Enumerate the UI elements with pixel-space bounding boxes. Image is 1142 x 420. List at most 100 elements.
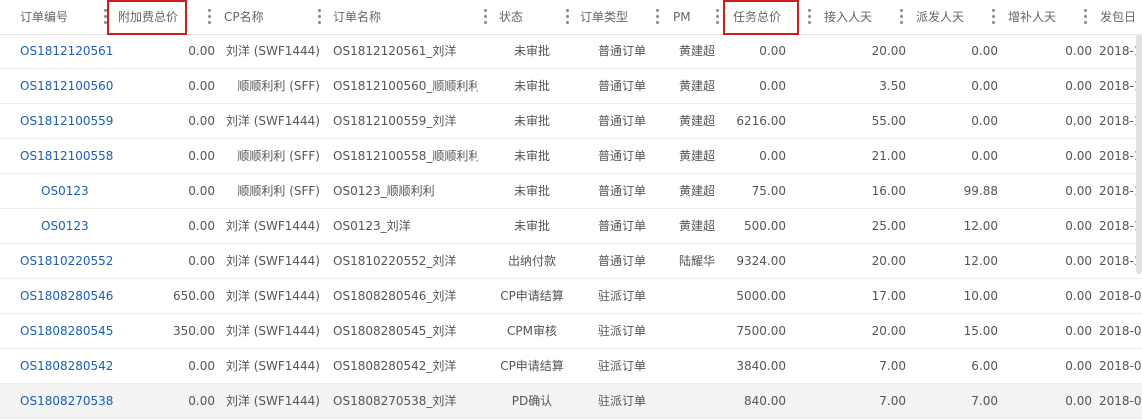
cell-order-name: OS1812100560_顺顺利利 [333,79,478,93]
cell-surcharge: 0.00 [188,254,215,268]
cell-status: 未审批 [513,184,550,198]
column-resize-handle-icon[interactable] [208,9,211,25]
column-resize-handle-icon[interactable] [318,9,321,25]
cell-extra-days: 0.00 [1065,289,1092,303]
cell-accepted-days: 20.00 [871,324,906,338]
cell-order-type: 普通订单 [597,254,646,268]
cell-status: CP申请结算 [500,289,564,303]
cell-order-no[interactable]: OS1812100558 [20,139,120,174]
cell-accepted-days: 55.00 [871,114,906,128]
cell-cp-name: 刘洋 (SWF1444) [225,44,320,58]
table-row[interactable]: OS1808270538 0.00 刘洋 (SWF1444) OS1808270538… [0,384,1142,419]
cell-dispatched-days: 7.00 [971,394,998,408]
cell-task-total: 0.00 [759,44,786,58]
cell-order-type: 普通订单 [597,44,646,58]
column-resize-handle-icon[interactable] [484,9,487,25]
cell-order-name: OS1808280545_刘洋 [333,324,457,338]
table-row[interactable]: OS1808280542 0.00 刘洋 (SWF1444) OS1808280542… [0,349,1142,384]
cell-dispatched-days: 0.00 [971,149,998,163]
column-resize-handle-icon[interactable] [656,9,659,25]
table-row[interactable]: OS1812100559 0.00 刘洋 (SWF1444) OS1812100559… [0,104,1142,139]
column-header-order-name[interactable]: 订单名称 [333,0,413,34]
cell-task-total: 7500.00 [736,324,786,338]
table-row[interactable]: OS1808280545 350.00 刘洋 (SWF1444) OS18082805… [0,314,1142,349]
cell-surcharge: 650.00 [173,289,215,303]
cell-dispatched-days: 12.00 [963,254,998,268]
cell-release-date: 2018-0 [1099,289,1142,303]
table-row[interactable]: OS1812100558 0.00 顺顺利利 (SFF) OS1812100558_顺… [0,139,1142,174]
cell-accepted-days: 16.00 [871,184,906,198]
cell-dispatched-days: 0.00 [971,79,998,93]
column-header-release-date[interactable]: 发包日 [1100,0,1142,34]
column-header-pm[interactable]: PM [673,0,703,34]
cell-order-no[interactable]: OS1812100559 [20,104,120,139]
cell-release-date: 2018-0 [1099,324,1142,338]
cell-order-name: OS1810220552_刘洋 [333,254,457,268]
cell-release-date: 2018-0 [1099,359,1142,373]
table-row[interactable]: OS1810220552 0.00 刘洋 (SWF1444) OS1810220552… [0,244,1142,279]
cell-status: 未审批 [513,44,550,58]
cell-surcharge: 0.00 [188,79,215,93]
column-header-extra-days[interactable]: 增补人天 [1008,0,1068,34]
cell-dispatched-days: 15.00 [963,324,998,338]
cell-order-no[interactable]: OS1812100560 [20,69,120,104]
cell-task-total: 0.00 [759,149,786,163]
cell-task-total: 6216.00 [736,114,786,128]
table-row[interactable]: OS0123 0.00 刘洋 (SWF1444) OS0123_刘洋 未审批 普通订单 黄建… [0,209,1142,244]
cell-accepted-days: 7.00 [879,359,906,373]
column-resize-handle-icon[interactable] [992,9,995,25]
column-header-order-type[interactable]: 订单类型 [580,0,640,34]
cell-order-no[interactable]: OS1808280545 [20,314,120,349]
cell-order-type: 驻派订单 [597,324,646,338]
cell-surcharge: 350.00 [173,324,215,338]
cell-dispatched-days: 0.00 [971,44,998,58]
cell-accepted-days: 20.00 [871,254,906,268]
cell-surcharge: 0.00 [188,394,215,408]
cell-order-name: OS1808270538_刘洋 [333,394,457,408]
cell-extra-days: 0.00 [1065,254,1092,268]
column-resize-handle-icon[interactable] [808,9,811,25]
cell-cp-name: 顺顺利利 (SFF) [237,184,320,198]
column-resize-handle-icon[interactable] [716,9,719,25]
cell-order-no[interactable]: OS1810220552 [20,244,120,279]
cell-order-name: OS1812100559_刘洋 [333,114,457,128]
column-resize-handle-icon[interactable] [900,9,903,25]
table-row[interactable]: OS1812120561 0.00 刘洋 (SWF1444) OS1812120561… [0,34,1142,69]
cell-accepted-days: 21.00 [871,149,906,163]
highlight-box-task-total [723,0,799,35]
cell-extra-days: 0.00 [1065,359,1092,373]
cell-dispatched-days: 6.00 [971,359,998,373]
cell-surcharge: 0.00 [188,44,215,58]
table-row[interactable]: OS1812100560 0.00 顺顺利利 (SFF) OS1812100560_顺… [0,69,1142,104]
cell-task-total: 75.00 [751,184,786,198]
cell-status: 未审批 [513,219,550,233]
cell-dispatched-days: 99.88 [963,184,998,198]
column-header-dispatched-days[interactable]: 派发人天 [916,0,976,34]
column-header-status[interactable]: 状态 [499,0,559,34]
cell-cp-name: 刘洋 (SWF1444) [225,394,320,408]
column-header-cp-name[interactable]: CP名称 [224,0,304,34]
cell-order-no[interactable]: OS1808270538 [20,384,120,419]
cell-order-type: 普通订单 [597,219,646,233]
cell-dispatched-days: 10.00 [963,289,998,303]
cell-order-type: 普通订单 [597,114,646,128]
column-header-accepted-days[interactable]: 接入人天 [824,0,884,34]
table-row[interactable]: OS0123 0.00 顺顺利利 (SFF) OS0123_顺顺利利 未审批 普通订单 黄建… [0,174,1142,209]
cell-extra-days: 0.00 [1065,184,1092,198]
cell-order-no[interactable]: OS1808280542 [20,349,120,384]
column-resize-handle-icon[interactable] [1084,9,1087,25]
column-header-order-no[interactable]: 订单编号 [20,0,100,34]
cell-surcharge: 0.00 [188,184,215,198]
cell-order-no[interactable]: OS1808280546 [20,279,120,314]
cell-cp-name: 刘洋 (SWF1444) [225,114,320,128]
cell-order-type: 普通订单 [597,79,646,93]
table-row[interactable]: OS1808280546 650.00 刘洋 (SWF1444) OS18082805… [0,279,1142,314]
cell-order-no[interactable]: OS1812120561 [20,34,120,69]
column-resize-handle-icon[interactable] [566,9,569,25]
vertical-scrollbar[interactable] [1136,34,1142,274]
cell-dispatched-days: 0.00 [971,114,998,128]
cell-cp-name: 顺顺利利 (SFF) [237,149,320,163]
cell-order-type: 普通订单 [597,184,646,198]
cell-order-name: OS1808280546_刘洋 [333,289,457,303]
cell-cp-name: 刘洋 (SWF1444) [225,359,320,373]
